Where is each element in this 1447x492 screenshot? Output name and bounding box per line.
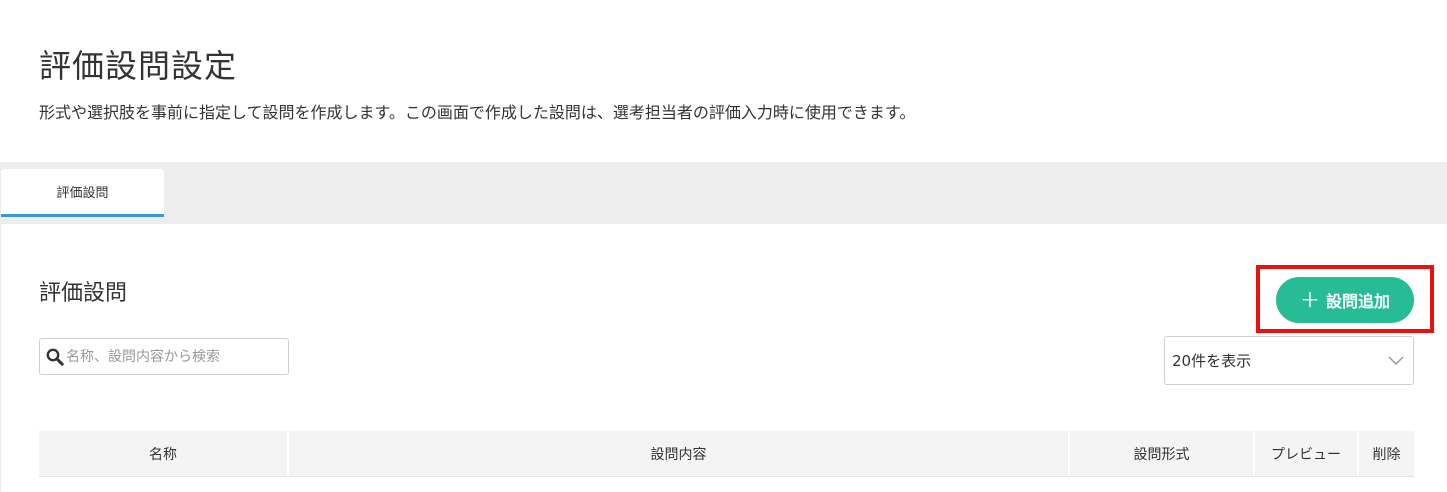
table-header: 名称 設問内容 設問形式 プレビュー 削除	[39, 431, 1414, 477]
chevron-down-icon	[1388, 355, 1404, 365]
page-title: 評価設問設定	[39, 47, 238, 85]
column-header-name[interactable]: 名称	[39, 431, 289, 476]
tab-bar: 評価設問	[0, 162, 1447, 224]
column-header-delete: 削除	[1372, 446, 1401, 463]
section-title: 評価設問	[39, 281, 128, 306]
column-header-preview: プレビュー	[1255, 431, 1359, 476]
column-header-format[interactable]: 設問形式	[1070, 431, 1255, 476]
add-question-button[interactable]: ＋ 設問追加	[1276, 277, 1414, 323]
search-input[interactable]	[66, 348, 276, 365]
page-header: 評価設問設定 形式や選択肢を事前に指定して設問を作成します。この画面で作成した設…	[0, 0, 1447, 162]
column-header-content[interactable]: 設問内容	[289, 431, 1070, 476]
page-description: 形式や選択肢を事前に指定して設問を作成します。この画面で作成した設問は、選考担当…	[39, 103, 916, 122]
page-size-value: 20件を表示	[1172, 352, 1252, 370]
plus-icon: ＋	[1299, 288, 1320, 312]
search-box	[39, 338, 289, 375]
tab-evaluation-questions[interactable]: 評価設問	[1, 169, 164, 217]
page-size-select[interactable]: 20件を表示	[1164, 336, 1414, 385]
search-icon	[46, 348, 64, 366]
main-panel: 評価設問 ＋ 設問追加 20件を表示 名称 設問内容 設問形式 プレビュー 削除	[1, 224, 1447, 492]
add-question-label: 設問追加	[1325, 292, 1390, 311]
